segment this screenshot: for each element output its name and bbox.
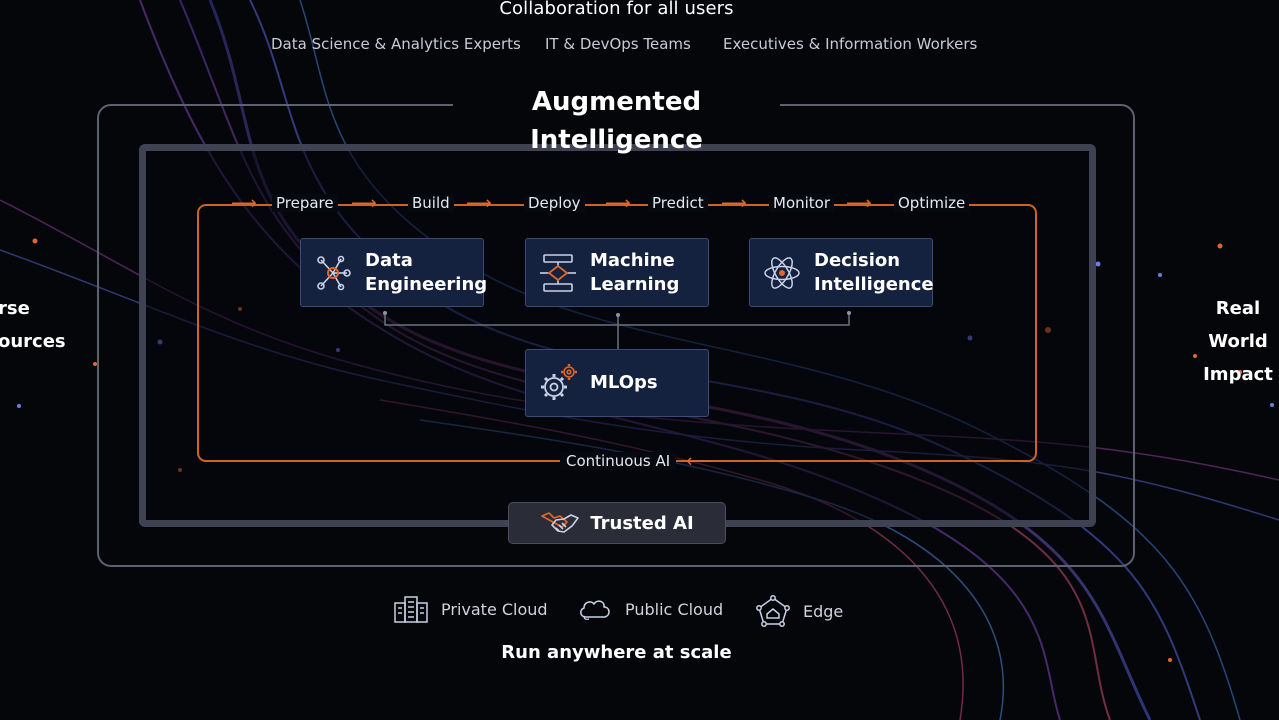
- stage-arrow-icon: ⟶: [846, 193, 872, 214]
- deploy-label: Public Cloud: [625, 599, 724, 619]
- cloud-icon: [580, 600, 610, 620]
- right-label-line-1: Real World: [1208, 298, 1268, 352]
- network-nodes-icon: [317, 255, 351, 290]
- deploy-edge[interactable]: Edge: [755, 595, 843, 627]
- audience-executives: Executives & Information Workers: [723, 35, 978, 53]
- card-label: Machine Learning: [590, 249, 680, 295]
- audience-it-devops: IT & DevOps Teams: [545, 35, 691, 53]
- handshake-icon: [541, 512, 580, 533]
- stage-arrow-icon: ⟶: [605, 193, 631, 214]
- audience-data-science: Data Science & Analytics Experts: [271, 35, 521, 53]
- building-icon: [394, 596, 428, 623]
- stage-arrow-icon: ⟶: [466, 193, 492, 214]
- left-diverse-sources-label: rse ources: [0, 292, 66, 358]
- stage-predict: Predict: [648, 194, 708, 212]
- atom-icon: [764, 256, 800, 289]
- deploy-private-cloud[interactable]: Private Cloud: [393, 595, 548, 623]
- card-machine-learning[interactable]: Machine Learning: [525, 238, 709, 307]
- stage-arrow-icon: ⟶: [351, 193, 377, 214]
- run-anywhere-title: Run anywhere at scale: [501, 642, 732, 663]
- continuous-ai-label: Continuous AI: [560, 452, 677, 470]
- trusted-ai-badge[interactable]: Trusted AI: [508, 502, 726, 544]
- deploy-public-cloud[interactable]: Public Cloud: [577, 595, 723, 623]
- card-data-engineering[interactable]: Data Engineering: [300, 238, 488, 307]
- card-label: Decision Intelligence: [814, 249, 934, 295]
- left-label-line-2: ources: [0, 331, 66, 352]
- flowchart-icon: [540, 253, 576, 292]
- deploy-label: Edge: [803, 601, 844, 621]
- card-label: MLOps: [590, 372, 658, 393]
- loop-entry-arrow-icon: ⟶: [231, 193, 257, 214]
- stage-monitor: Monitor: [769, 194, 835, 212]
- edge-network-icon: [756, 595, 790, 627]
- right-label-line-2: Impact: [1203, 364, 1273, 385]
- stage-optimize: Optimize: [894, 194, 970, 212]
- right-real-world-impact-label: Real World Impact: [1186, 292, 1279, 391]
- trusted-ai-label: Trusted AI: [590, 512, 694, 534]
- stage-build: Build: [408, 194, 454, 212]
- loop-return-arrow-icon: ⟵: [686, 451, 712, 472]
- left-label-line-1: rse: [0, 298, 30, 319]
- stage-prepare: Prepare: [272, 194, 338, 212]
- stage-deploy: Deploy: [524, 194, 585, 212]
- card-connector-lines: [383, 311, 851, 350]
- card-label: Data Engineering: [365, 249, 488, 295]
- deploy-label: Private Cloud: [441, 599, 548, 619]
- stage-arrow-icon: ⟶: [721, 193, 747, 214]
- card-mlops[interactable]: MLOps: [525, 349, 709, 417]
- card-decision-intelligence[interactable]: Decision Intelligence: [749, 238, 934, 307]
- collaboration-title: Collaboration for all users: [499, 0, 734, 19]
- augmented-intelligence-title: Augmented Intelligence: [453, 83, 780, 155]
- gears-icon: [541, 364, 577, 400]
